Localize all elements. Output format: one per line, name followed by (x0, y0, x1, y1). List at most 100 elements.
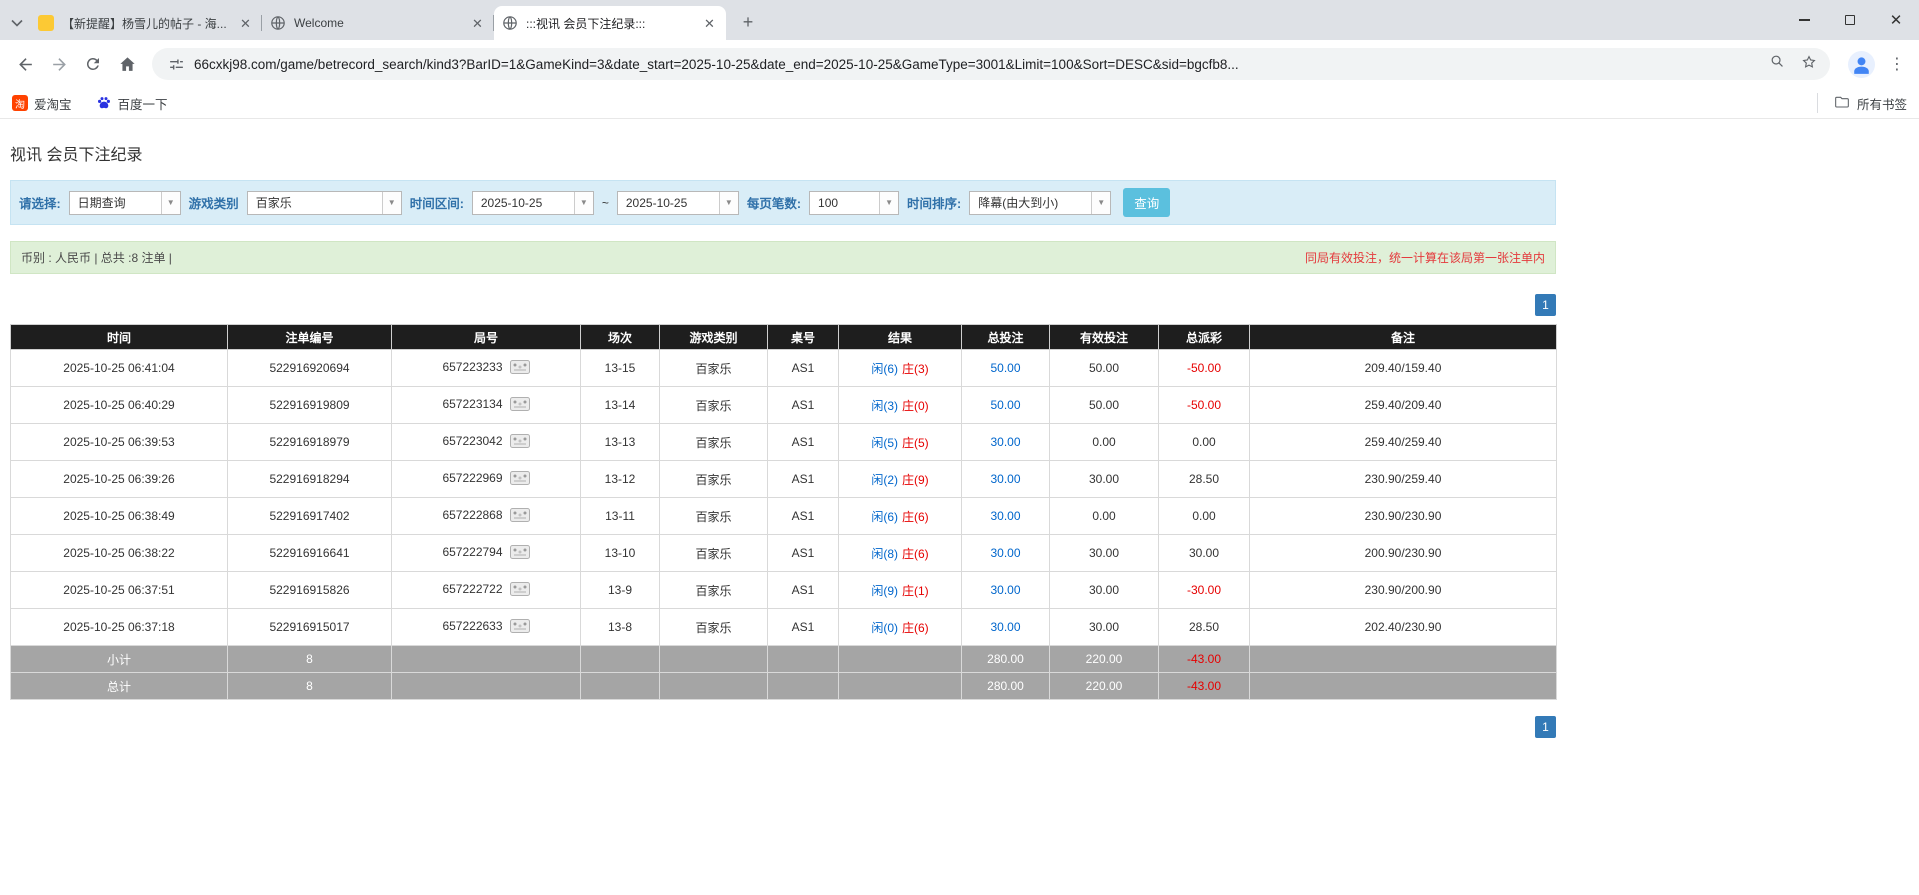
query-type-select[interactable]: 日期查询 ▼ (69, 191, 181, 215)
cell-round-id: 657223233 (392, 350, 581, 387)
total-bet-link[interactable]: 30.00 (990, 472, 1020, 486)
taobao-icon: 淘 (12, 95, 28, 111)
cell-round-id: 657223042 (392, 424, 581, 461)
total-label: 总计 (11, 673, 228, 700)
cell-valid-bet: 30.00 (1050, 572, 1159, 609)
minimize-button[interactable] (1781, 0, 1827, 40)
total-bet-link[interactable]: 30.00 (990, 546, 1020, 560)
cell-table-no: AS1 (768, 424, 839, 461)
date-end-select[interactable]: 2025-10-25 ▼ (617, 191, 739, 215)
tab-forum-post[interactable]: 【新提醒】杨雪儿的帖子 - 海... ✕ (30, 6, 262, 40)
cell-remark: 209.40/159.40 (1250, 350, 1557, 387)
total-bet-link[interactable]: 30.00 (990, 583, 1020, 597)
pagination-page-1-bottom[interactable]: 1 (1535, 716, 1556, 738)
round-id-text: 657222969 (442, 471, 502, 485)
tab-title: Welcome (294, 16, 463, 30)
reload-icon[interactable] (76, 47, 110, 81)
chevron-down-icon: ▼ (382, 192, 401, 214)
banker-result: 庄(9) (902, 473, 929, 487)
road-map-icon[interactable] (510, 545, 530, 562)
road-map-icon[interactable] (510, 471, 530, 488)
bookmark-baidu[interactable]: 百度一下 (96, 94, 168, 113)
date-start-select[interactable]: 2025-10-25 ▼ (472, 191, 594, 215)
chevron-down-icon: ▼ (161, 192, 180, 214)
sort-select[interactable]: 降幕(由大到小) ▼ (969, 191, 1111, 215)
cell-valid-bet: 0.00 (1050, 498, 1159, 535)
table-row: 2025-10-25 06:38:49 522916917402 6572228… (11, 498, 1557, 535)
table-row: 2025-10-25 06:37:18 522916915017 6572226… (11, 609, 1557, 646)
menu-kebab-icon[interactable]: ⋮ (1883, 50, 1911, 78)
chevron-down-icon: ▼ (879, 192, 898, 214)
road-map-icon[interactable] (510, 434, 530, 451)
road-map-icon[interactable] (510, 619, 530, 636)
cell-time: 2025-10-25 06:38:49 (11, 498, 228, 535)
cell-bet-id: 522916916641 (228, 535, 392, 572)
road-map-icon[interactable] (510, 360, 530, 377)
total-bet-link[interactable]: 50.00 (990, 361, 1020, 375)
search-button[interactable]: 查询 (1123, 188, 1170, 217)
forward-icon[interactable] (42, 47, 76, 81)
cell-bet-id: 522916920694 (228, 350, 392, 387)
per-page-select[interactable]: 100 ▼ (809, 191, 899, 215)
chevron-down-icon[interactable] (4, 6, 30, 40)
total-valid-bet: 220.00 (1050, 673, 1159, 700)
player-result: 闲(2) (871, 473, 898, 487)
cell-game-type: 百家乐 (660, 350, 768, 387)
profile-avatar[interactable] (1848, 51, 1875, 78)
pagination-page-1[interactable]: 1 (1535, 294, 1556, 316)
cell-remark: 259.40/209.40 (1250, 387, 1557, 424)
close-icon[interactable]: ✕ (237, 15, 254, 32)
site-settings-icon[interactable] (164, 52, 188, 76)
bookmark-star-icon[interactable] (1800, 53, 1818, 76)
total-count: 8 (228, 673, 392, 700)
column-header: 场次 (581, 325, 660, 350)
total-bet-link[interactable]: 30.00 (990, 435, 1020, 449)
round-id-text: 657223042 (442, 434, 502, 448)
total-bet-link[interactable]: 30.00 (990, 620, 1020, 634)
banker-result: 庄(6) (902, 621, 929, 635)
close-icon[interactable]: ✕ (469, 15, 486, 32)
column-header: 游戏类别 (660, 325, 768, 350)
cell-total-bet: 30.00 (962, 498, 1050, 535)
address-bar[interactable]: 66cxkj98.com/game/betrecord_search/kind3… (152, 48, 1830, 80)
cell-valid-bet: 30.00 (1050, 535, 1159, 572)
cell-table-no: AS1 (768, 498, 839, 535)
total-bet-link[interactable]: 30.00 (990, 509, 1020, 523)
cell-round-id: 657222969 (392, 461, 581, 498)
player-result: 闲(5) (871, 436, 898, 450)
cell-round-id: 657222722 (392, 572, 581, 609)
table-row: 2025-10-25 06:41:04 522916920694 6572232… (11, 350, 1557, 387)
cell-session: 13-13 (581, 424, 660, 461)
maximize-button[interactable] (1827, 0, 1873, 40)
cell-table-no: AS1 (768, 535, 839, 572)
tab-bet-records-active[interactable]: :::视讯 会员下注纪录::: ✕ (494, 6, 726, 40)
globe-icon (502, 15, 518, 31)
total-bet-link[interactable]: 50.00 (990, 398, 1020, 412)
banker-result: 庄(6) (902, 510, 929, 524)
zoom-icon[interactable] (1769, 53, 1786, 75)
subtotal-row: 小计 8 280.00 220.00 -43.00 (11, 646, 1557, 673)
column-header: 结果 (839, 325, 962, 350)
game-type-select[interactable]: 百家乐 ▼ (247, 191, 402, 215)
home-icon[interactable] (110, 47, 144, 81)
cell-remark: 230.90/259.40 (1250, 461, 1557, 498)
per-page-label: 每页笔数: (747, 193, 801, 212)
cell-total-bet: 30.00 (962, 424, 1050, 461)
cell-remark: 202.40/230.90 (1250, 609, 1557, 646)
bookmark-taobao[interactable]: 淘 爱淘宝 (12, 94, 72, 113)
cell-game-type: 百家乐 (660, 535, 768, 572)
cell-payout: 28.50 (1159, 609, 1250, 646)
url-text[interactable]: 66cxkj98.com/game/betrecord_search/kind3… (194, 57, 1759, 72)
road-map-icon[interactable] (510, 582, 530, 599)
back-icon[interactable] (8, 47, 42, 81)
cell-remark: 230.90/200.90 (1250, 572, 1557, 609)
cell-game-type: 百家乐 (660, 424, 768, 461)
new-tab-button[interactable]: + (734, 8, 762, 36)
close-window-button[interactable]: ✕ (1873, 0, 1919, 40)
all-bookmarks[interactable]: 所有书签 (1817, 93, 1907, 113)
tab-welcome[interactable]: Welcome ✕ (262, 6, 494, 40)
close-icon[interactable]: ✕ (701, 15, 718, 32)
table-body: 2025-10-25 06:41:04 522916920694 6572232… (11, 350, 1557, 646)
road-map-icon[interactable] (510, 397, 530, 414)
road-map-icon[interactable] (510, 508, 530, 525)
